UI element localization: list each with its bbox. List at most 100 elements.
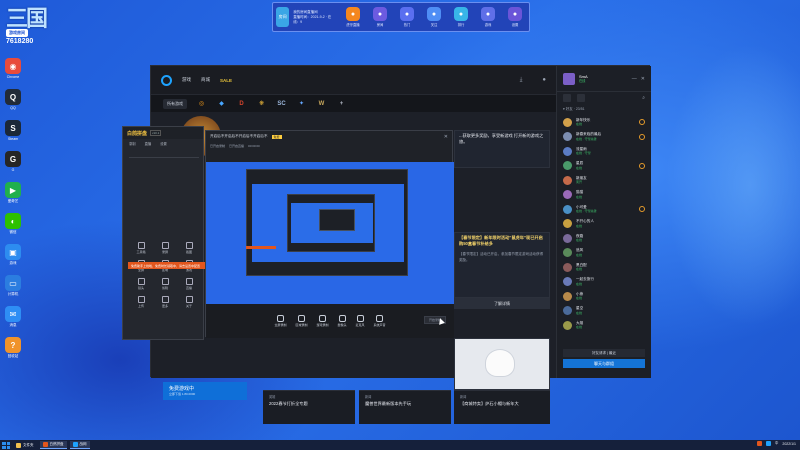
close-icon[interactable]: ✕ (444, 134, 448, 140)
add-friend-icon[interactable] (563, 94, 571, 102)
start-button-icon[interactable] (2, 441, 10, 449)
hearthstone-icon[interactable]: ◆ (216, 98, 227, 109)
overwatch-icon (639, 206, 645, 213)
desktop-icon[interactable]: GG (2, 151, 24, 176)
nav-games[interactable]: 游戏 (182, 77, 191, 83)
add-icon[interactable]: + (336, 98, 347, 109)
friend-item[interactable]: 新年快乐 在线 (557, 115, 651, 130)
widget-button[interactable]: ● 热门 (396, 7, 418, 27)
nav-shop[interactable]: 商城 (201, 77, 210, 83)
widget-avatar[interactable]: 房间 (276, 7, 290, 27)
desktop-icon[interactable]: S Steam (2, 120, 24, 145)
preview-control[interactable]: 麦克风 (356, 315, 365, 327)
divider (129, 157, 199, 158)
chat-groups-button[interactable]: 聊天与群组 (563, 359, 645, 368)
news-card-top[interactable]: ...获取更多奖励，享受新游戏 打开新的游戏之旅。 (454, 130, 550, 168)
friend-name: 夜路 在线 (576, 234, 583, 243)
friend-item[interactable]: 小熊 在线 (557, 289, 651, 304)
capture-tool[interactable]: 剪辑 (153, 278, 177, 290)
desktop-icon[interactable]: ◉ Chrome (2, 58, 24, 83)
widget-button[interactable]: ● 房间 (369, 7, 391, 27)
tool-icon (137, 242, 145, 249)
capture-tool[interactable]: 截图 (177, 242, 201, 254)
friend-item[interactable]: 猫猫 在线 (557, 188, 651, 203)
top-widget: 房间 我的房间直播间 直播时间：2021-9-2 · 在线：9 ● 虎牙直播 ● 房间… (272, 2, 530, 32)
friend-item[interactable]: 新春来临的最后 在线 · 守望先锋 (557, 130, 651, 145)
capture-tool[interactable]: 镜头 (129, 278, 153, 290)
desktop-icon[interactable]: ▣ 游戏 (2, 244, 24, 269)
friend-item[interactable]: 夜路 在线 (557, 231, 651, 246)
bottom-card[interactable]: 新闻 魔兽世界最新版本先手玩 (359, 390, 451, 424)
widget-button[interactable]: ● 游戏 (477, 7, 499, 27)
diablo-icon[interactable]: D (236, 98, 247, 109)
preview-control[interactable]: 系统声音 (374, 315, 386, 327)
minimize-icon[interactable]: — (632, 76, 637, 82)
preview-control[interactable]: 区域录制 (295, 315, 307, 327)
preview-control[interactable]: 全屏录制 (274, 315, 286, 327)
friend-item[interactable]: 流星雨 在线 · 守望 (557, 144, 651, 159)
taskbar-item[interactable]: 文件夹 (13, 441, 37, 449)
tray-app-icon[interactable] (765, 441, 771, 446)
download-icon[interactable]: ⤓ (520, 77, 523, 84)
capture-tool[interactable]: 录屏 (153, 242, 177, 254)
classic-icon[interactable]: W (316, 98, 327, 109)
capture-tool[interactable]: 更多 (153, 296, 177, 308)
friends-group-header[interactable]: ▾ 好友 · 23/51 (557, 104, 651, 115)
overwatch-icon[interactable]: ◎ (196, 98, 207, 109)
friend-item[interactable]: 星辰 在线 (557, 159, 651, 174)
capture-tool[interactable]: 关于 (177, 296, 201, 308)
learn-more-button[interactable]: 了解详情 (454, 298, 550, 309)
taskbar-item[interactable]: 战网 (69, 441, 90, 449)
widget-button[interactable]: ● 关注 (423, 7, 445, 27)
starcraft2-icon[interactable]: SC (276, 98, 287, 109)
tab-settings[interactable]: 设置 (160, 141, 167, 146)
capture-tools-grid: 工具箱 录屏 截图 全屏 区域 游戏 镜头 剪辑 直播 上传 更多 关于 (129, 242, 201, 308)
news-card-image[interactable] (454, 338, 550, 390)
friend-item[interactable]: 一起去旅行 在线 (557, 275, 651, 290)
tab-live[interactable]: 直播 (145, 141, 152, 146)
friend-item[interactable]: 追风 在线 (557, 246, 651, 261)
friend-item[interactable]: 新朋友 离开 (557, 173, 651, 188)
desktop-icon[interactable]: ▭ 计算机 (2, 275, 24, 300)
desktop-icon[interactable]: ▶ 爱奇艺 (2, 182, 24, 207)
bottom-card[interactable]: 英雄 2022春节打折全专题 (263, 390, 355, 424)
news-card-main[interactable]: 【春节限定】新年限时活动“鼠虎年”现已开启 购50盒春节补给多 【春节限定】活动… (454, 232, 550, 298)
heroes-icon[interactable]: ✦ (296, 98, 307, 109)
taskbar-item[interactable]: 白鸽拼盘 (39, 441, 67, 449)
wow-icon[interactable]: ❋ (256, 98, 267, 109)
capture-tool[interactable]: 工具箱 (129, 242, 153, 254)
friend-item[interactable]: 不开心的人 在线 (557, 217, 651, 232)
tray-clock[interactable]: 2022/1/1 (782, 442, 796, 446)
widget-button[interactable]: ● 排行 (450, 7, 472, 27)
house-icon: ● (373, 7, 387, 21)
desktop-icon[interactable]: Q QQ (2, 89, 24, 114)
desktop-icon[interactable]: ◐ 微信 (2, 213, 24, 238)
capture-tool[interactable]: 上传 (129, 296, 153, 308)
tab-record[interactable]: 录制 (129, 141, 136, 146)
friend-item[interactable]: 大雄 在线 (557, 318, 651, 333)
preview-control[interactable]: 摄像头 (338, 315, 347, 327)
friend-requests-tab[interactable]: 好友请求 | 最近 (563, 349, 645, 357)
nav-sale[interactable]: SALE (220, 78, 232, 83)
bottom-card[interactable]: 新闻 【商城特卖】炉石小帽与新年大 (454, 390, 550, 424)
capture-tool[interactable]: 直播 (177, 278, 201, 290)
close-icon[interactable]: ✕ (641, 76, 645, 82)
widget-button[interactable]: ● 设置 (504, 7, 526, 27)
add-group-icon[interactable] (577, 94, 585, 102)
tray-ime[interactable]: 中 (775, 441, 779, 446)
user-avatar[interactable] (563, 72, 575, 85)
tray-app-icon[interactable] (756, 441, 762, 446)
search-icon[interactable]: ⌕ (642, 95, 645, 101)
battlenet-logo-icon[interactable] (161, 74, 172, 86)
widget-button[interactable]: ● 虎牙直播 (342, 7, 364, 27)
preview-control[interactable]: 游戏录制 (316, 315, 329, 327)
friend-item[interactable]: 星空 在线 (557, 304, 651, 319)
desktop-icon[interactable]: ? 回收站 (2, 337, 24, 362)
all-games-button[interactable]: 所有游戏 (163, 98, 187, 109)
notification-icon[interactable]: ● (542, 77, 546, 83)
desktop-icon[interactable]: ✉ 消息 (2, 306, 24, 331)
friend-item[interactable]: 小可爱 在线 · 守望先锋 (557, 202, 651, 217)
status-item: 00:00:00 (248, 144, 260, 148)
free-game-card[interactable]: 免费游戏中 立即下载 1.80.0000 (163, 382, 247, 400)
friend-item[interactable]: 黑白配 在线 (557, 260, 651, 275)
